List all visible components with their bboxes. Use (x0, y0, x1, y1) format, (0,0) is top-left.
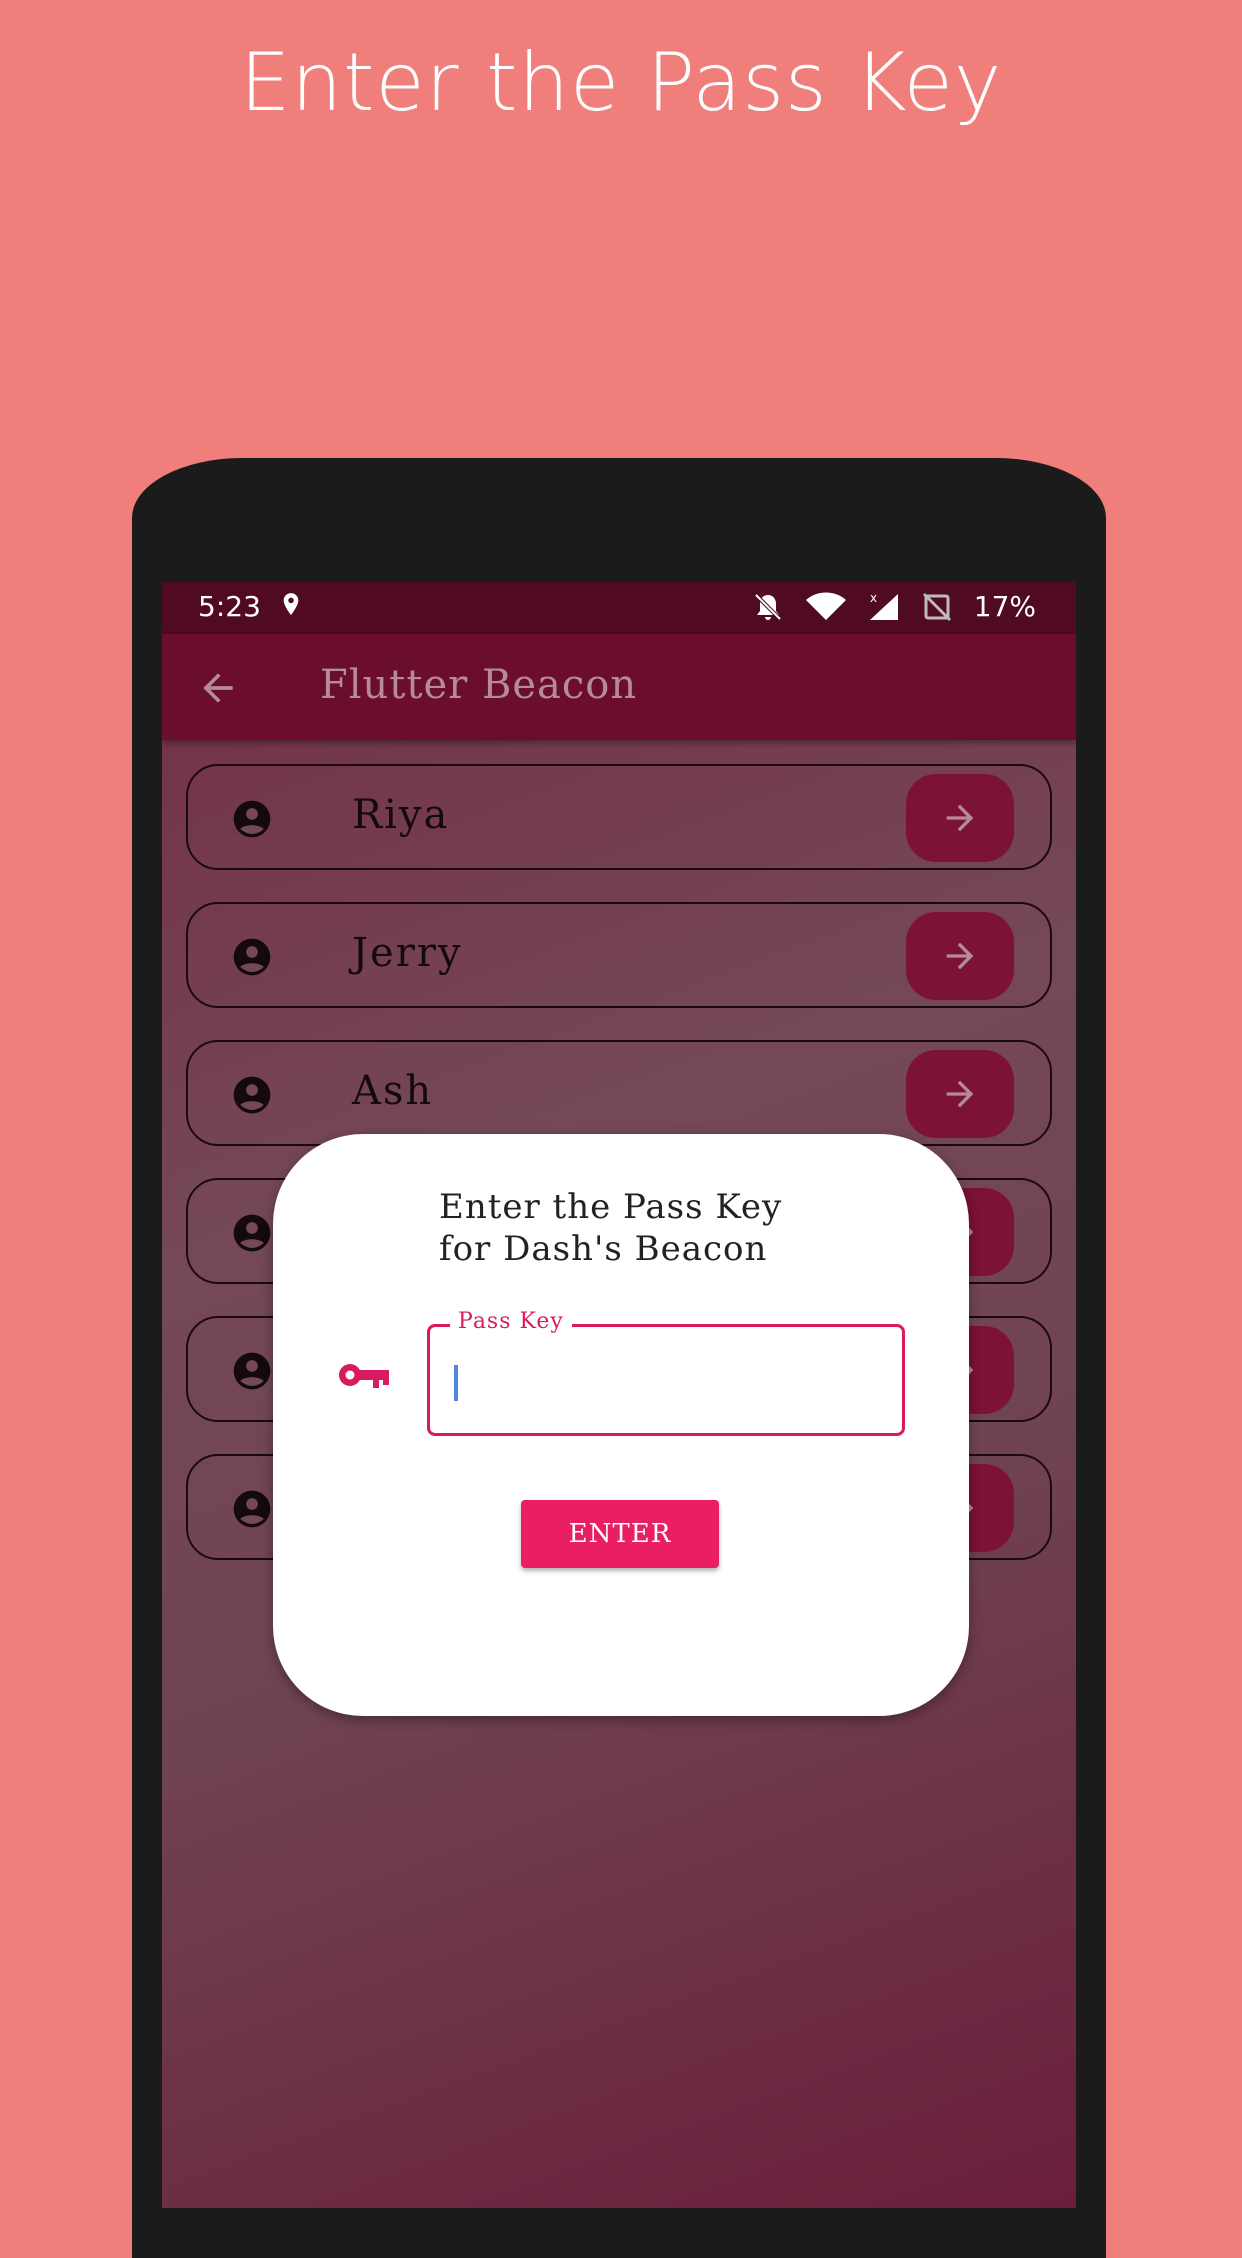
pass-key-dialog: Enter the Pass Key for Dash's Beacon Pas… (273, 1134, 969, 1716)
arrow-forward-icon (946, 804, 974, 832)
account-circle-icon (233, 938, 271, 976)
pass-key-label: Pass Key (450, 1309, 572, 1334)
bell-off-icon (754, 593, 782, 620)
signal-icon: x (869, 592, 898, 620)
account-circle-icon (233, 800, 271, 838)
svg-text:x: x (870, 592, 877, 605)
beacon-name: Jerry (352, 930, 463, 976)
wifi-icon (805, 592, 846, 620)
battery-icon (922, 592, 951, 621)
beacon-name: Ash (352, 1068, 434, 1114)
arrow-forward-icon (946, 1080, 974, 1108)
battery-level: 17% (973, 590, 1036, 623)
dialog-title-line1: Enter the Pass Key (439, 1187, 783, 1227)
open-beacon-button[interactable] (906, 1050, 1014, 1138)
app-bar-title: Flutter Beacon (320, 662, 638, 708)
status-bar: 5:23 x 17% (162, 582, 1076, 634)
beacon-row[interactable]: Riya (186, 764, 1052, 870)
account-circle-icon (233, 1076, 271, 1114)
open-beacon-button[interactable] (906, 774, 1014, 862)
dialog-title: Enter the Pass Key for Dash's Beacon (439, 1186, 899, 1270)
account-circle-icon (233, 1352, 271, 1390)
beacon-row[interactable]: Jerry (186, 902, 1052, 1008)
beacon-name: Riya (352, 792, 450, 838)
account-circle-icon (233, 1490, 271, 1528)
status-time: 5:23 (198, 590, 261, 623)
pass-key-field[interactable]: Pass Key (427, 1309, 905, 1436)
beacon-row[interactable]: Ash (186, 1040, 1052, 1146)
app-bar: Flutter Beacon (162, 634, 1076, 740)
dialog-title-line2: for Dash's Beacon (439, 1229, 768, 1269)
arrow-forward-icon (946, 942, 974, 970)
account-circle-icon (233, 1214, 271, 1252)
back-arrow-icon[interactable] (196, 666, 240, 710)
pass-key-input[interactable] (446, 1347, 890, 1413)
key-icon (339, 1364, 389, 1388)
enter-button[interactable]: ENTER (521, 1500, 719, 1568)
open-beacon-button[interactable] (906, 912, 1014, 1000)
location-icon (283, 593, 299, 616)
text-cursor (454, 1365, 458, 1401)
page-headline: Enter the Pass Key (239, 36, 1003, 129)
